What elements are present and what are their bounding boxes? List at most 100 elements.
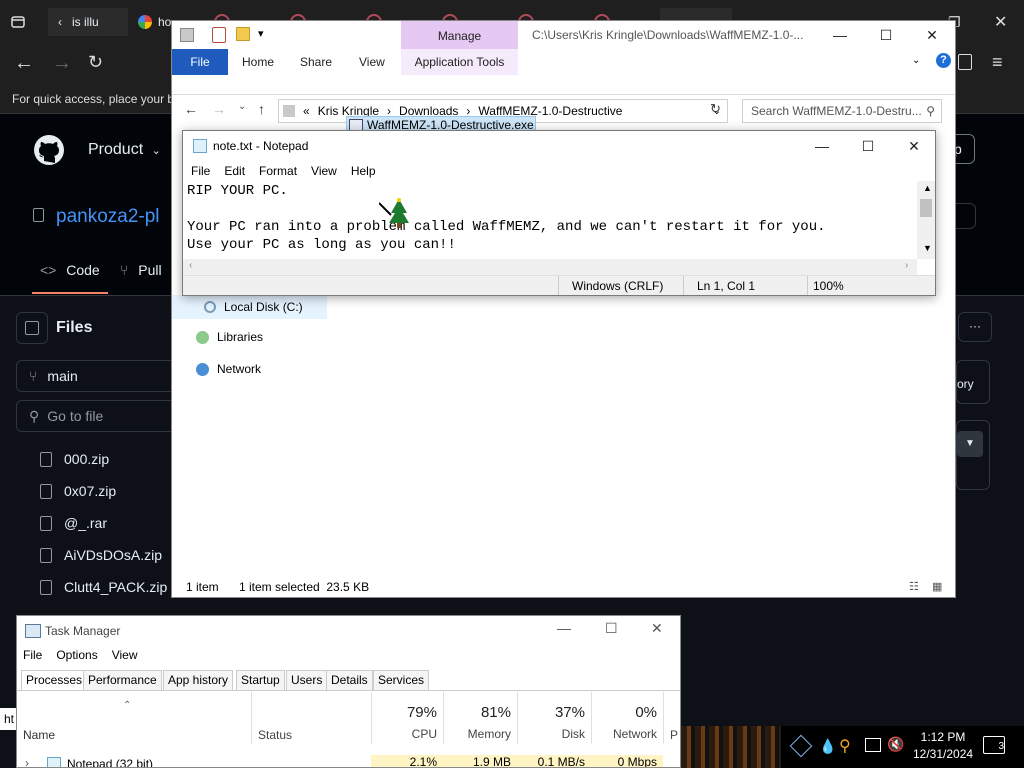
- menu-view[interactable]: View: [311, 164, 337, 178]
- column-cpu[interactable]: 79% CPU: [371, 692, 443, 744]
- help-icon[interactable]: ?: [936, 53, 951, 68]
- column-network[interactable]: 0% Network: [591, 692, 663, 744]
- repo-name-link[interactable]: pankoza2-pl: [56, 206, 160, 228]
- tab-search-icon[interactable]: [10, 8, 26, 36]
- large-icons-view-icon[interactable]: ▦: [932, 580, 942, 593]
- search-tray-icon[interactable]: ⚲: [839, 736, 851, 756]
- minimize-button[interactable]: —: [817, 21, 863, 49]
- expand-ribbon-icon[interactable]: ⌄: [912, 55, 920, 66]
- more-options-button[interactable]: ···: [958, 312, 992, 342]
- list-item[interactable]: @_.rar: [40, 512, 107, 534]
- reload-icon[interactable]: ↻: [88, 52, 103, 73]
- drop-icon[interactable]: 💧: [819, 738, 836, 755]
- libraries-icon: [196, 330, 209, 344]
- tab-performance[interactable]: Performance: [83, 670, 162, 690]
- close-button[interactable]: ✕: [909, 21, 955, 49]
- tab-share[interactable]: Share: [300, 51, 332, 73]
- browser-tab[interactable]: ho: [138, 8, 171, 36]
- tab-processes[interactable]: Processes: [21, 670, 88, 690]
- notification-center-icon[interactable]: 3: [983, 736, 1005, 754]
- vertical-scrollbar[interactable]: ▲ ▼: [917, 181, 935, 259]
- tab-pull-requests[interactable]: ⑂ Pull: [120, 262, 162, 278]
- tab-users[interactable]: Users: [286, 670, 328, 690]
- close-icon[interactable]: ✕: [994, 12, 1007, 32]
- manage-tab[interactable]: Manage: [401, 21, 518, 49]
- volume-muted-icon[interactable]: 🔇: [887, 736, 904, 753]
- history-button[interactable]: ory: [956, 360, 990, 404]
- file-tab[interactable]: File: [172, 49, 228, 75]
- search-input[interactable]: Search WaffMEMZ-1.0-Destru... ⚲: [742, 99, 942, 123]
- network-tray-icon[interactable]: [789, 734, 813, 758]
- menu-file[interactable]: File: [191, 164, 210, 178]
- maximize-button[interactable]: ☐: [863, 21, 909, 49]
- page-fragment-text: ht: [0, 708, 16, 730]
- tab-view[interactable]: View: [359, 51, 385, 73]
- process-network: 0 Mbps: [591, 755, 663, 767]
- column-status[interactable]: Status: [251, 692, 371, 744]
- scroll-right-icon[interactable]: ›: [905, 260, 908, 271]
- maximize-button[interactable]: ☐: [605, 620, 618, 637]
- quick-access-dropdown-icon[interactable]: ▾: [258, 27, 264, 40]
- maximize-button[interactable]: ☐: [845, 132, 891, 160]
- close-button[interactable]: ✕: [891, 132, 937, 160]
- list-item[interactable]: AiVDsDOsA.zip: [40, 544, 162, 566]
- list-item[interactable]: 0x07.zip: [40, 480, 116, 502]
- nav-item-libraries[interactable]: Libraries: [196, 327, 263, 347]
- list-item[interactable]: 000.zip: [40, 448, 109, 470]
- go-to-file-input[interactable]: ⚲ Go to file: [16, 400, 176, 432]
- column-disk[interactable]: 37% Disk: [517, 692, 591, 744]
- back-icon[interactable]: ←: [184, 101, 198, 117]
- menu-icon[interactable]: ≡: [992, 52, 1003, 73]
- forward-icon[interactable]: →: [212, 101, 226, 117]
- expand-icon[interactable]: ›: [25, 756, 29, 767]
- back-icon[interactable]: ←: [14, 52, 34, 75]
- minimize-button[interactable]: —: [799, 132, 845, 160]
- minimize-button[interactable]: —: [557, 620, 571, 636]
- menu-view[interactable]: View: [112, 648, 138, 662]
- list-item[interactable]: Clutt4_PACK.zip: [40, 576, 167, 598]
- column-power[interactable]: P: [663, 692, 680, 744]
- extensions-icon[interactable]: [958, 54, 972, 70]
- collapse-sidebar-button[interactable]: [16, 312, 48, 344]
- menu-help[interactable]: Help: [351, 164, 376, 178]
- menu-edit[interactable]: Edit: [224, 164, 245, 178]
- recent-locations-icon[interactable]: ⌄: [238, 101, 246, 112]
- scroll-thumb[interactable]: [920, 199, 932, 217]
- new-folder-icon[interactable]: [236, 27, 250, 41]
- nav-item-local-disk[interactable]: Local Disk (C:): [172, 295, 327, 319]
- branch-selector[interactable]: ⑂ main: [16, 360, 176, 392]
- horizontal-scrollbar[interactable]: ‹ ›: [183, 259, 917, 275]
- tab-code[interactable]: <> Code: [32, 262, 108, 294]
- text-editor[interactable]: RIP YOUR PC. Your PC ran into a problem c…: [187, 182, 917, 260]
- display-icon[interactable]: [865, 738, 881, 752]
- scroll-down-icon[interactable]: ▼: [923, 243, 932, 253]
- tab-application-tools[interactable]: Application Tools: [401, 49, 518, 75]
- nav-item-network[interactable]: Network: [196, 359, 261, 379]
- clock[interactable]: 1:12 PM 12/31/2024: [913, 730, 973, 761]
- properties-icon[interactable]: [212, 27, 226, 43]
- up-icon[interactable]: ↑: [258, 101, 265, 117]
- table-row[interactable]: › Notepad (32 bit) 2.1% 1.9 MB 0.1 MB/s …: [17, 755, 680, 767]
- column-memory[interactable]: 81% Memory: [443, 692, 517, 744]
- menu-format[interactable]: Format: [259, 164, 297, 178]
- scroll-left-icon[interactable]: ‹: [189, 260, 192, 271]
- menu-file[interactable]: File: [23, 648, 42, 662]
- notepad-app-icon: [193, 139, 207, 153]
- details-view-icon[interactable]: ☷: [909, 580, 919, 593]
- browser-tab-active[interactable]: ‹ is illu: [48, 8, 128, 36]
- file-name: AiVDsDOsA.zip: [64, 547, 163, 563]
- github-logo-icon[interactable]: [33, 134, 65, 166]
- scroll-up-icon[interactable]: ▲: [923, 183, 932, 193]
- tab-home[interactable]: Home: [242, 51, 274, 73]
- menu-options[interactable]: Options: [56, 648, 97, 662]
- tab-services[interactable]: Services: [373, 670, 430, 690]
- refresh-icon[interactable]: ↻: [710, 101, 728, 121]
- forward-icon[interactable]: →: [52, 52, 72, 75]
- product-menu[interactable]: Product ⌄: [88, 141, 161, 159]
- close-button[interactable]: ✕: [651, 620, 663, 637]
- column-header-name[interactable]: Name: [23, 728, 55, 742]
- tab-details[interactable]: Details: [326, 670, 373, 690]
- code-dropdown-button[interactable]: ▼: [957, 431, 983, 457]
- tab-startup[interactable]: Startup: [236, 670, 285, 690]
- tab-app-history[interactable]: App history: [163, 670, 234, 690]
